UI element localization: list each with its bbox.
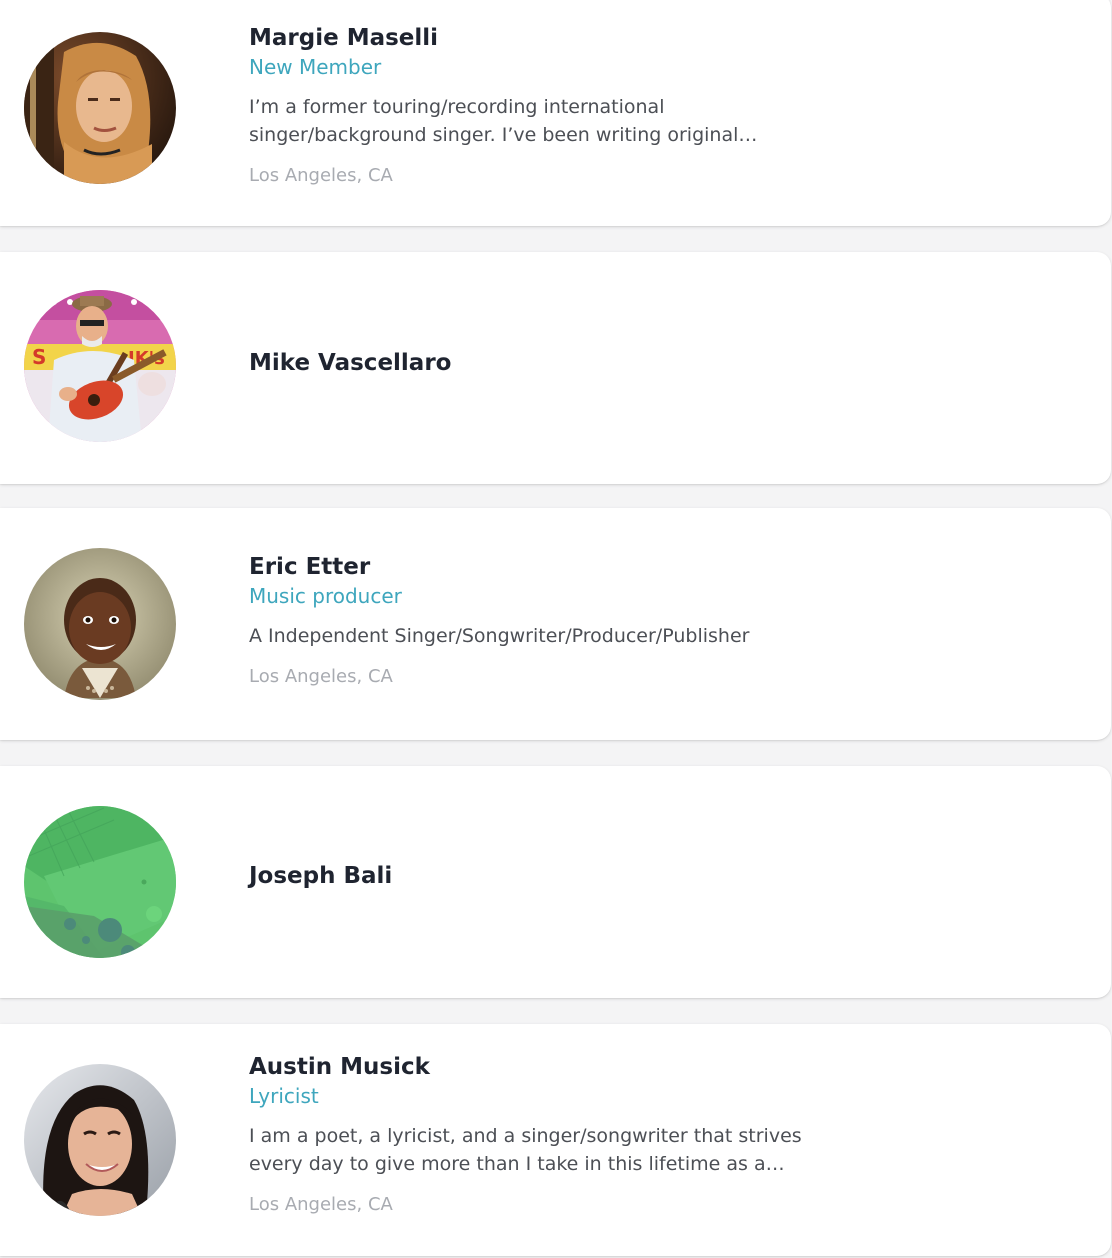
member-list: Margie Maselli New Member I’m a former t… [0, 0, 1112, 1258]
member-role: New Member [249, 55, 382, 79]
member-info: Joseph Bali [249, 861, 829, 891]
member-card[interactable]: Margie Maselli New Member I’m a former t… [0, 0, 1111, 226]
portrait-photo-icon [24, 548, 176, 700]
member-info: Eric Etter Music producer A Independent … [249, 552, 829, 690]
member-card[interactable]: Austin Musick Lyricist I am a poet, a ly… [0, 1024, 1111, 1256]
default-green-pattern-avatar-icon [24, 806, 176, 958]
member-location: Los Angeles, CA [249, 666, 393, 687]
avatar[interactable] [24, 32, 176, 184]
portrait-photo-icon [24, 32, 176, 184]
member-bio: A Independent Singer/Songwriter/Producer… [249, 625, 750, 647]
member-name[interactable]: Margie Maselli [249, 23, 829, 53]
member-name[interactable]: Mike Vascellaro [249, 348, 829, 378]
member-card[interactable]: Joseph Bali [0, 766, 1111, 998]
member-location: Los Angeles, CA [249, 1194, 393, 1215]
member-name[interactable]: Joseph Bali [249, 861, 829, 891]
member-bio: I’m a former touring/recording internati… [249, 96, 758, 146]
member-role: Music producer [249, 584, 402, 608]
svg-text:S: S [32, 345, 46, 369]
portrait-photo-icon [24, 1064, 176, 1216]
member-bio: I am a poet, a lyricist, and a singer/so… [249, 1125, 802, 1175]
member-name[interactable]: Austin Musick [249, 1052, 829, 1082]
portrait-photo-icon: S IK's [24, 290, 176, 442]
member-info: Austin Musick Lyricist I am a poet, a ly… [249, 1052, 829, 1218]
avatar[interactable] [24, 806, 176, 958]
member-card[interactable]: S IK's Mike Vascellaro [0, 252, 1111, 484]
avatar[interactable] [24, 1064, 176, 1216]
member-info: Mike Vascellaro [249, 348, 829, 378]
avatar[interactable]: S IK's [24, 290, 176, 442]
member-name[interactable]: Eric Etter [249, 552, 829, 582]
avatar[interactable] [24, 548, 176, 700]
member-role: Lyricist [249, 1084, 319, 1108]
member-location: Los Angeles, CA [249, 165, 393, 186]
member-card[interactable]: Eric Etter Music producer A Independent … [0, 508, 1111, 740]
member-info: Margie Maselli New Member I’m a former t… [249, 23, 829, 189]
